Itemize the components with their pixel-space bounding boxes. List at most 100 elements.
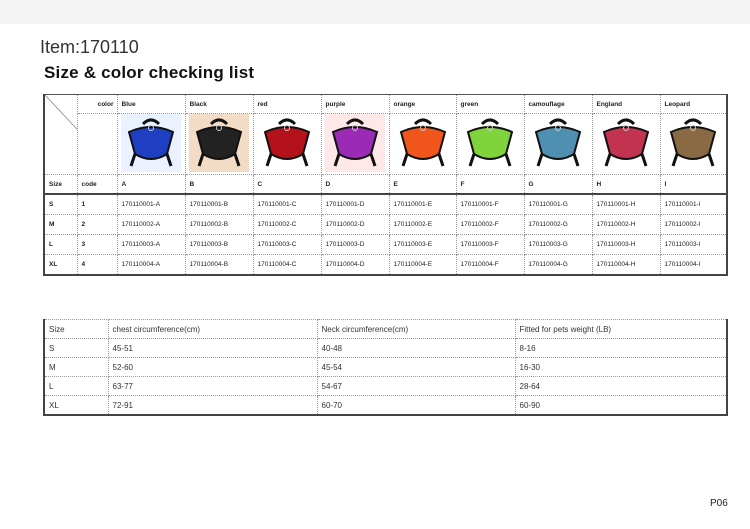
size-header: Size	[43, 174, 78, 195]
sku-cell: 170110001-G	[523, 193, 593, 215]
measurement-cell: 45-54	[316, 357, 516, 377]
harness-image	[460, 114, 520, 172]
measurement-cell: 16-30	[514, 357, 728, 377]
measurement-cell: 52-60	[107, 357, 318, 377]
size-cell: XL	[43, 254, 78, 276]
blank-cell	[76, 113, 118, 175]
measurement-cell: 40-48	[316, 338, 516, 358]
item-number: Item:170110	[40, 37, 139, 57]
sku-cell: 170110001-F	[455, 193, 525, 215]
color-code: F	[455, 174, 525, 195]
sku-cell: 170110002-B	[184, 214, 254, 235]
sku-cell: 170110003-I	[659, 234, 728, 255]
diagonal-corner-cell	[43, 94, 78, 175]
color-code: E	[388, 174, 457, 195]
sku-cell: 170110001-H	[591, 193, 661, 215]
measurement-table: Size chest circumference(cm) Neck circumfe…	[43, 319, 728, 416]
harness-image-cell	[455, 113, 525, 175]
harness-image	[528, 114, 588, 172]
harness-image-cell	[320, 113, 390, 175]
size-cell: S	[43, 193, 78, 215]
color-name: Leopard	[659, 94, 728, 114]
measurement-cell: S	[43, 338, 109, 358]
sku-cell: 170110002-I	[659, 214, 728, 235]
color-code: H	[591, 174, 661, 195]
color-sku-table: color Blue Black red purple orange green camou…	[43, 94, 728, 276]
code-header: code	[76, 174, 118, 195]
harness-image-cell	[252, 113, 322, 175]
page-number: P06	[710, 498, 728, 509]
sku-cell: 170110004-A	[116, 254, 186, 276]
sku-cell: 170110004-E	[388, 254, 457, 276]
color-name: camouflage	[523, 94, 593, 114]
sku-cell: 170110004-G	[523, 254, 593, 276]
page-title: Size & color checking list	[44, 63, 255, 82]
color-code: I	[659, 174, 728, 195]
sku-cell: 170110004-D	[320, 254, 390, 276]
product-sheet: Item:170110 Size & color checking list c…	[0, 0, 750, 529]
code-cell: 3	[76, 234, 118, 255]
sku-cell: 170110003-F	[455, 234, 525, 255]
sku-cell: 170110002-A	[116, 214, 186, 235]
measurement-header: Fitted for pets weight (LB)	[514, 319, 728, 339]
sku-cell: 170110003-B	[184, 234, 254, 255]
code-cell: 2	[76, 214, 118, 235]
measurement-cell: 45-51	[107, 338, 318, 358]
sku-cell: 170110002-H	[591, 214, 661, 235]
harness-image-cell	[184, 113, 254, 175]
harness-image-cell	[591, 113, 661, 175]
sku-cell: 170110001-E	[388, 193, 457, 215]
harness-image	[392, 114, 453, 172]
color-name: purple	[320, 94, 390, 114]
harness-image	[663, 114, 724, 172]
code-cell: 4	[76, 254, 118, 276]
diagonal-line	[46, 95, 76, 129]
color-name: orange	[388, 94, 457, 114]
sku-cell: 170110001-A	[116, 193, 186, 215]
harness-image-cell	[116, 113, 186, 175]
sku-row: L 3 170110003-A 170110003-B 170110003-C 17011…	[43, 234, 728, 255]
top-band	[0, 0, 750, 24]
color-header: color	[76, 94, 118, 114]
sku-cell: 170110001-D	[320, 193, 390, 215]
sku-cell: 170110002-G	[523, 214, 593, 235]
sku-cell: 170110001-B	[184, 193, 254, 215]
measurement-cell: 63-77	[107, 376, 318, 396]
sku-cell: 170110002-F	[455, 214, 525, 235]
measurement-header: Neck circumference(cm)	[316, 319, 516, 339]
sku-row: M 2 170110002-A 170110002-B 170110002-C 17011…	[43, 214, 728, 235]
measurement-cell: 28-64	[514, 376, 728, 396]
measurement-header-row: Size chest circumference(cm) Neck circumfe…	[43, 319, 728, 339]
measurement-row: L 63-77 54-67 28-64	[43, 376, 728, 396]
harness-image-cell	[659, 113, 728, 175]
sku-row: XL 4 170110004-A 170110004-B 170110004-C 1701…	[43, 254, 728, 276]
color-code: D	[320, 174, 390, 195]
color-code: G	[523, 174, 593, 195]
measurement-cell: 72-91	[107, 395, 318, 416]
size-cell: L	[43, 234, 78, 255]
harness-image-cell	[523, 113, 593, 175]
sku-cell: 170110004-H	[591, 254, 661, 276]
sku-cell: 170110004-B	[184, 254, 254, 276]
measurement-header: Size	[43, 319, 109, 339]
measurement-cell: XL	[43, 395, 109, 416]
harness-image	[596, 114, 656, 172]
size-cell: M	[43, 214, 78, 235]
sku-row: S 1 170110001-A 170110001-B 170110001-C 17011…	[43, 193, 728, 215]
color-name: Blue	[116, 94, 186, 114]
sku-cell: 170110003-H	[591, 234, 661, 255]
sku-cell: 170110004-F	[455, 254, 525, 276]
measurement-cell: 8-16	[514, 338, 728, 358]
color-code: C	[252, 174, 322, 195]
sku-cell: 170110001-C	[252, 193, 322, 215]
measurement-cell: M	[43, 357, 109, 377]
measurement-row: S 45-51 40-48 8-16	[43, 338, 728, 358]
sku-cell: 170110004-C	[252, 254, 322, 276]
color-name: green	[455, 94, 525, 114]
measurement-cell: L	[43, 376, 109, 396]
color-name: Black	[184, 94, 254, 114]
sku-cell: 170110003-E	[388, 234, 457, 255]
measurement-row: M 52-60 45-54 16-30	[43, 357, 728, 377]
measurement-cell: 60-70	[316, 395, 516, 416]
color-name: red	[252, 94, 322, 114]
